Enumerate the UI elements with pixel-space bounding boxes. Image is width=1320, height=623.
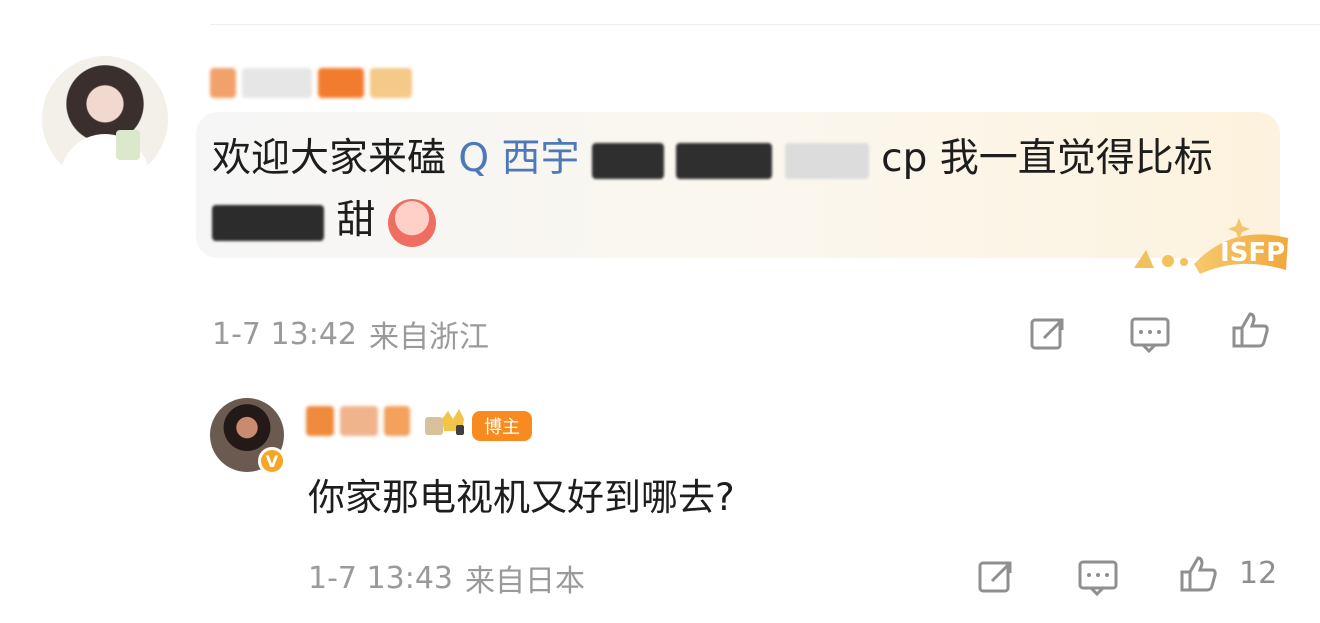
- redacted-text: [591, 142, 664, 179]
- reply-comment-text: 你家那电视机又好到哪去?: [308, 476, 735, 519]
- like-icon[interactable]: [1176, 552, 1220, 596]
- share-icon[interactable]: [974, 555, 1018, 599]
- like-count: 12: [1239, 556, 1278, 591]
- comment-suffix: cp 我一直觉得比标: [881, 136, 1213, 181]
- heart-eyes-emoji: [387, 198, 436, 247]
- masked-username-block: [340, 406, 378, 436]
- masked-username-block: [370, 68, 412, 98]
- avatar-glass: [116, 130, 140, 160]
- share-icon[interactable]: [1026, 312, 1070, 356]
- like-icon[interactable]: [1228, 308, 1272, 352]
- share-icon-svg: [978, 561, 1012, 593]
- username-main[interactable]: [210, 62, 412, 104]
- main-comment-date: 1-7 13:42: [212, 316, 357, 352]
- topic-link[interactable]: Q 西宇: [458, 136, 592, 181]
- top-divider: [210, 24, 1320, 25]
- masked-username-block: [384, 406, 410, 436]
- comment-icon[interactable]: [1076, 555, 1120, 599]
- isfp-personality-badge: ISFP: [1134, 218, 1288, 274]
- crown-icon-svg: [425, 409, 464, 435]
- main-comment-meta: 1-7 13:42 来自浙江: [212, 312, 489, 356]
- masked-username-block: [242, 68, 312, 98]
- share-icon-svg: [1030, 318, 1064, 350]
- decorative-mountain: [1134, 250, 1154, 268]
- blogger-badge: 博主: [472, 411, 532, 441]
- decorative-dot: [1162, 255, 1174, 267]
- redacted-text: [676, 142, 773, 179]
- main-comment-location: 来自浙江: [369, 320, 489, 355]
- comment-end: 甜: [336, 198, 376, 243]
- username-reply[interactable]: [306, 400, 410, 442]
- search-icon: Q: [458, 136, 490, 181]
- comment-prefix: 欢迎大家来磕: [212, 136, 447, 181]
- user-avatar[interactable]: [42, 56, 168, 182]
- crown-icon: [420, 398, 470, 442]
- reply-comment-meta: 1-7 13:43 来自日本: [308, 556, 585, 600]
- redacted-text: [212, 204, 324, 241]
- reply-comment-date: 1-7 13:43: [308, 560, 453, 596]
- like-icon-svg: [1180, 556, 1217, 592]
- masked-username-block: [318, 68, 364, 98]
- masked-username-block: [210, 68, 236, 98]
- comment-icon-svg: [1078, 560, 1118, 597]
- isfp-label: ISFP: [1220, 238, 1285, 268]
- verified-badge: V: [258, 447, 286, 475]
- like-icon-svg: [1232, 312, 1269, 348]
- comment-icon-svg: [1130, 317, 1170, 354]
- redacted-text: [784, 142, 869, 179]
- decorative-dot: [1180, 258, 1188, 266]
- topic-text: 西宇: [501, 136, 580, 181]
- main-comment-text: 欢迎大家来磕 Q 西宇 cp 我一直觉得比标 甜: [212, 128, 1252, 252]
- masked-username-block: [306, 406, 334, 436]
- reply-comment-location: 来自日本: [465, 564, 585, 599]
- comment-icon[interactable]: [1128, 312, 1172, 356]
